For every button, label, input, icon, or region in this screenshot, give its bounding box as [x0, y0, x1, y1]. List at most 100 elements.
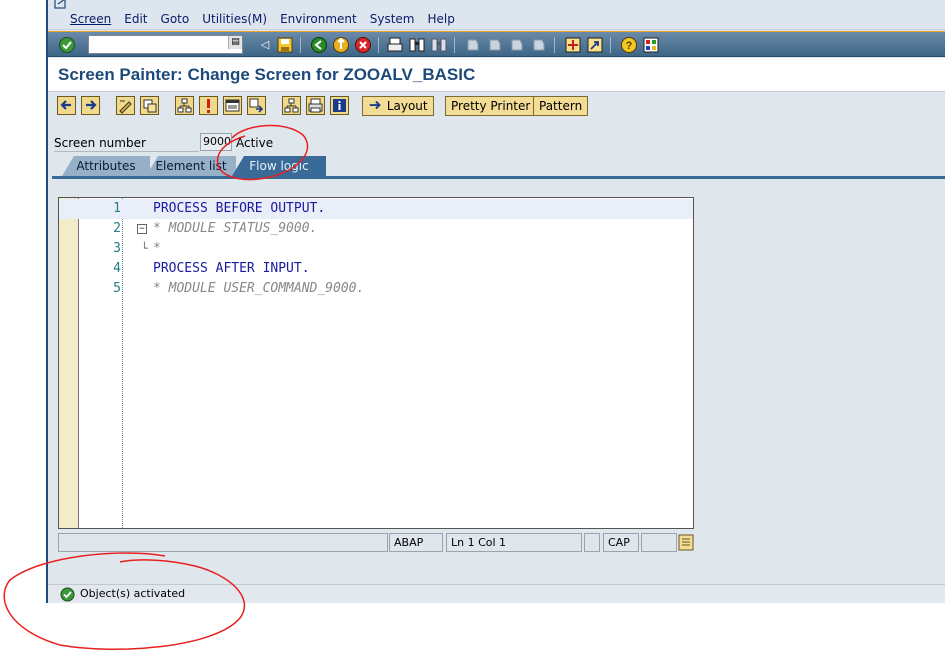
find-next-icon[interactable]: [430, 36, 448, 54]
command-field[interactable]: [88, 35, 243, 54]
code-line[interactable]: 2 − * MODULE STATUS_9000.: [59, 219, 693, 239]
save-icon[interactable]: [276, 36, 294, 54]
editor-settings-icon[interactable]: [678, 534, 694, 551]
tab-label: Flow logic: [249, 159, 309, 173]
where-used-icon: [249, 98, 264, 113]
exit-icon[interactable]: [332, 36, 350, 54]
command-history-icon[interactable]: ▤: [228, 36, 242, 49]
other-object-button[interactable]: [140, 96, 159, 115]
menu-utilities[interactable]: Utilities(M): [202, 12, 267, 26]
system-menu-icon[interactable]: [54, 0, 68, 10]
menu-edit[interactable]: Edit: [124, 12, 147, 26]
menu-help[interactable]: Help: [427, 12, 454, 26]
code-text[interactable]: PROCESS AFTER INPUT.: [153, 259, 310, 279]
tab-attributes[interactable]: Attributes: [62, 156, 150, 176]
layout-settings-icon[interactable]: [642, 36, 660, 54]
menu-goto[interactable]: Goto: [161, 12, 190, 26]
svg-text:?: ?: [626, 40, 633, 52]
back-small-icon[interactable]: ◁: [256, 36, 274, 54]
arrow-left-icon: [60, 100, 71, 110]
code-text[interactable]: *: [153, 239, 161, 259]
navigation-button[interactable]: [247, 96, 266, 115]
next-page-icon[interactable]: [508, 36, 526, 54]
shortcut-icon[interactable]: [586, 36, 604, 54]
print-icon[interactable]: [386, 36, 404, 54]
pretty-printer-label: Pretty Printer: [451, 99, 531, 113]
line-number: 5: [113, 281, 121, 296]
tab-flow-logic[interactable]: Flow logic: [232, 156, 326, 176]
toolbar-separator: [554, 37, 555, 53]
status-spacer: [641, 533, 677, 552]
system-toolbar: ▤ ◁ ?: [48, 31, 945, 57]
first-page-icon[interactable]: [464, 36, 482, 54]
tab-label: Element list: [155, 159, 227, 173]
success-icon: [60, 587, 75, 602]
printer-button[interactable]: [306, 96, 325, 115]
line-number: 4: [113, 261, 121, 276]
sap-gui-app: Screen Edit Goto Utilities(M) Environmen…: [0, 0, 945, 652]
pattern-label: Pattern: [539, 99, 583, 113]
layout-button[interactable]: Layout: [362, 96, 434, 116]
element-list-button[interactable]: [282, 96, 301, 115]
line-number: 2: [113, 221, 121, 236]
find-icon[interactable]: [408, 36, 426, 54]
screen-status: Active: [236, 136, 274, 150]
toolbar-separator: [610, 37, 611, 53]
tab-element-list[interactable]: Element list: [146, 156, 236, 176]
status-bar: Object(s) activated: [48, 584, 945, 603]
screen-layout-button[interactable]: [223, 96, 242, 115]
code-line[interactable]: 1 PROCESS BEFORE OUTPUT.: [59, 199, 693, 219]
page-title: Screen Painter: Change Screen for ZOOALV…: [58, 65, 476, 84]
pretty-printer-button[interactable]: Pretty Printer: [445, 96, 537, 116]
tab-strip-border: [52, 176, 945, 179]
back-arrow-button[interactable]: [57, 96, 76, 115]
screen-number-label: Screen number: [54, 136, 146, 150]
pattern-button[interactable]: Pattern: [533, 96, 589, 116]
enter-icon[interactable]: [58, 36, 76, 54]
cancel-icon[interactable]: [354, 36, 372, 54]
help-icon[interactable]: ?: [620, 36, 638, 54]
check-button[interactable]: [175, 96, 194, 115]
tree-icon: [284, 98, 299, 113]
collapse-icon[interactable]: −: [137, 224, 147, 234]
tab-label: Attributes: [76, 159, 136, 173]
code-line[interactable]: 4 PROCESS AFTER INPUT.: [59, 259, 693, 279]
status-message[interactable]: Object(s) activated: [80, 587, 185, 600]
arrow-right-icon: [369, 100, 381, 110]
other-object-icon: [143, 99, 157, 113]
title-bar: Screen Painter: Change Screen for ZOOALV…: [48, 58, 945, 92]
menu-system[interactable]: System: [370, 12, 415, 26]
information-button[interactable]: [330, 96, 349, 115]
info-icon: [333, 99, 346, 112]
caps-indicator: CAP: [603, 533, 639, 552]
menu-bar: Screen Edit Goto Utilities(M) Environmen…: [48, 0, 945, 30]
display-change-button[interactable]: [116, 96, 135, 115]
pencil-glasses-icon: [119, 100, 132, 114]
status-spacer: [584, 533, 600, 552]
last-page-icon[interactable]: [530, 36, 548, 54]
create-session-icon[interactable]: [564, 36, 582, 54]
layout-button-label: Layout: [386, 99, 428, 113]
code-line[interactable]: 5 * MODULE USER_COMMAND_9000.: [59, 279, 693, 299]
cursor-position: Ln 1 Col 1: [446, 533, 582, 552]
menu-screen[interactable]: Screen: [70, 12, 111, 26]
screen-number-field[interactable]: 9000: [200, 133, 232, 151]
toolbar-separator: [378, 37, 379, 53]
editor-status-bar: ABAP Ln 1 Col 1 CAP: [58, 533, 694, 552]
code-text[interactable]: * MODULE USER_COMMAND_9000.: [153, 279, 364, 299]
line-number: 1: [113, 201, 121, 216]
code-line[interactable]: 3 └ *: [59, 239, 693, 259]
code-text[interactable]: * MODULE STATUS_9000.: [153, 219, 317, 239]
forward-arrow-button[interactable]: [81, 96, 100, 115]
activate-button[interactable]: [199, 96, 218, 115]
activate-icon: [207, 99, 210, 113]
flow-logic-editor[interactable]: 1 PROCESS BEFORE OUTPUT. 2 − * MODULE ST…: [58, 197, 694, 529]
window-icon: [225, 99, 240, 112]
menu-environment[interactable]: Environment: [280, 12, 357, 26]
language-indicator: ABAP: [389, 533, 443, 552]
back-icon[interactable]: [310, 36, 328, 54]
command-input[interactable]: [89, 36, 224, 53]
previous-page-icon[interactable]: [486, 36, 504, 54]
line-number: 3: [113, 241, 121, 256]
code-text[interactable]: PROCESS BEFORE OUTPUT.: [153, 199, 325, 219]
